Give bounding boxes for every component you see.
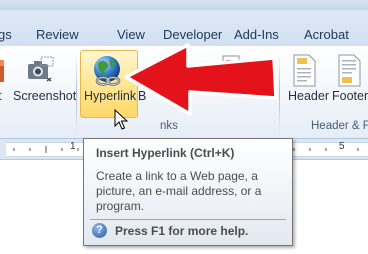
left-partial-button-label: t bbox=[0, 89, 1, 103]
tab-developer[interactable]: Developer bbox=[163, 27, 222, 42]
tooltip-description-line-2: picture, an e-mail address, or a bbox=[96, 184, 262, 198]
footer-button[interactable] bbox=[330, 50, 368, 116]
links-group-label: nks bbox=[160, 120, 178, 132]
header-button-label: Header bbox=[288, 89, 329, 103]
tooltip-title: Insert Hyperlink (Ctrl+K) bbox=[96, 146, 235, 160]
screenshot-button-label: Screenshot bbox=[13, 89, 77, 103]
group-separator bbox=[76, 54, 77, 134]
header-button[interactable] bbox=[285, 50, 329, 116]
chart-icon bbox=[0, 60, 4, 82]
title-bar bbox=[0, 0, 368, 10]
tooltip-description-line-3: program. bbox=[96, 199, 145, 213]
header-footer-group-label: Header & F bbox=[311, 120, 368, 132]
tab-add-ins[interactable]: Add-Ins bbox=[234, 27, 279, 42]
tab-view[interactable]: View bbox=[117, 27, 145, 42]
screenshot-button[interactable] bbox=[12, 50, 72, 116]
tooltip-help-text: Press F1 for more help. bbox=[115, 224, 249, 238]
red-arrow-icon bbox=[124, 43, 278, 116]
hyperlink-tooltip: Insert Hyperlink (Ctrl+K) Create a link … bbox=[83, 138, 293, 246]
help-icon: ? bbox=[92, 223, 107, 238]
tab-acrobat[interactable]: Acrobat bbox=[304, 27, 349, 42]
screenshot-icon bbox=[28, 56, 54, 82]
footer-icon bbox=[338, 54, 361, 87]
left-partial-button[interactable] bbox=[0, 58, 8, 89]
footer-button-label: Footer bbox=[332, 89, 368, 103]
tooltip-divider bbox=[90, 219, 286, 220]
header-icon bbox=[293, 54, 316, 87]
ruler-mark-5: 5 bbox=[339, 141, 345, 152]
tooltip-description-line-1: Create a link to a Web page, a bbox=[96, 169, 258, 183]
tab-review[interactable]: Review bbox=[36, 27, 79, 42]
ruler-mark-1: 1 bbox=[70, 141, 76, 152]
tab-page-layout[interactable]: gs bbox=[0, 27, 12, 42]
